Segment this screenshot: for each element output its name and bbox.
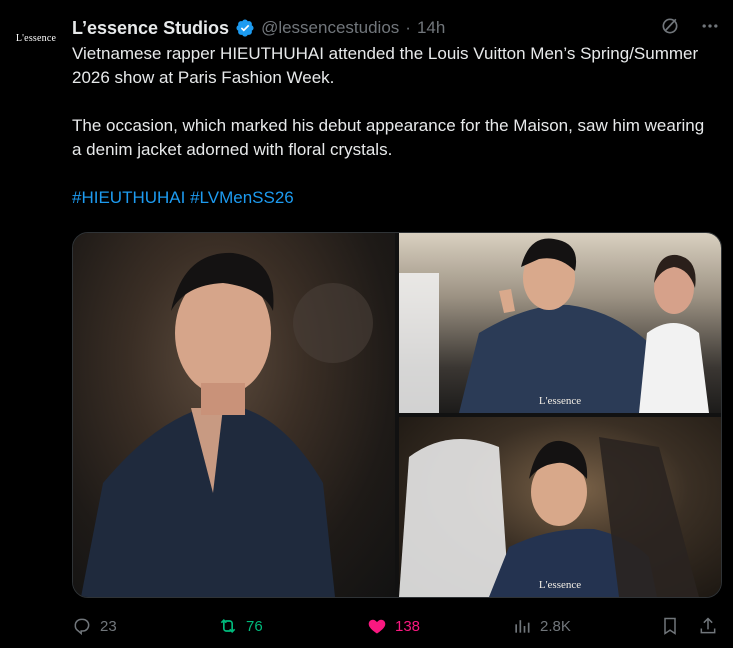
action-bar: 23 76 138 2.8K [72,612,720,640]
grok-icon[interactable] [659,15,681,37]
views-button[interactable]: 2.8K [512,616,571,636]
repost-count: 76 [246,617,263,635]
post-hashtags: #HIEUTHUHAI #LVMenSS26 [72,186,712,210]
share-icon [700,617,716,634]
hashtag-link[interactable]: #LVMenSS26 [190,188,294,207]
analytics-icon [515,620,530,633]
reply-count: 23 [100,617,117,635]
share-button[interactable] [698,616,718,636]
photo-3[interactable]: L'essence [399,417,721,597]
post-header: L’essence Studios @lessencestudios · 14h [72,16,445,40]
photo-2[interactable]: L'essence [399,233,721,413]
photo-2-figure [399,238,709,413]
header-separator: · [405,18,411,37]
avatar-label: L'essence [15,32,57,44]
photo-watermark: L'essence [538,395,582,407]
post-time[interactable]: 14h [417,18,445,38]
bookmark-icon [664,617,676,635]
header-actions [659,15,721,37]
photo-watermark: L'essence [538,579,582,591]
photo-3-figure [399,437,699,597]
bookmark-button[interactable] [660,616,680,636]
post-paragraph-2: The occasion, which marked his debut app… [72,116,705,159]
more-options-icon[interactable] [699,15,721,37]
author-name[interactable]: L’essence Studios [72,18,229,39]
like-button[interactable]: 138 [367,616,420,636]
hashtag-link[interactable]: #HIEUTHUHAI [72,188,185,207]
like-count: 138 [395,617,421,635]
photo-1[interactable] [73,233,395,597]
reply-button[interactable]: 23 [72,616,117,636]
heart-icon [368,619,386,634]
post-paragraph-1: Vietnamese rapper HIEUTHUHAI attended th… [72,44,699,87]
media-grid: L'essence L'essence [72,232,722,598]
repost-icon [220,618,236,634]
photo-1-figure [81,252,373,597]
post-text: Vietnamese rapper HIEUTHUHAI attended th… [72,42,712,210]
view-count: 2.8K [540,617,571,635]
repost-button[interactable]: 76 [218,616,263,636]
reply-icon [74,618,90,636]
verified-badge-icon [235,18,255,38]
author-avatar[interactable]: L'essence [10,28,62,48]
author-handle[interactable]: @lessencestudios [261,18,399,38]
